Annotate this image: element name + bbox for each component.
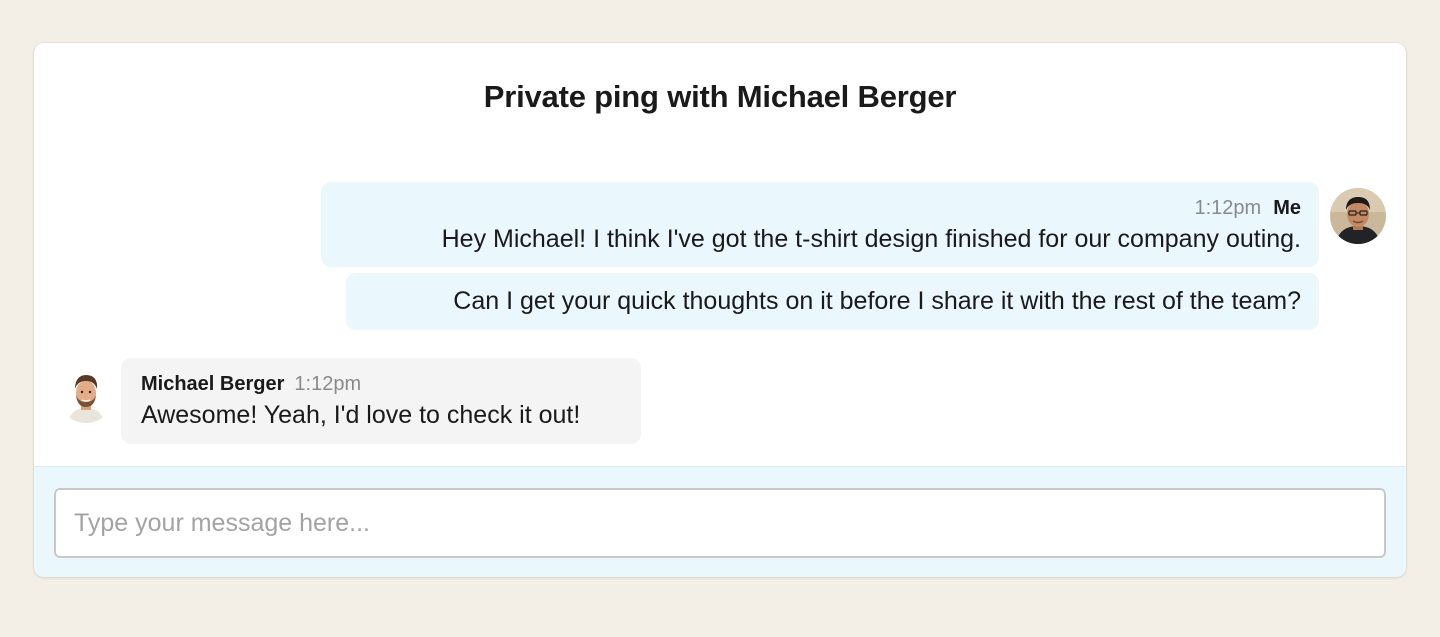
- message-text: Can I get your quick thoughts on it befo…: [453, 287, 1301, 315]
- message-bubble-them: Michael Berger 1:12pm Awesome! Yeah, I'd …: [121, 358, 641, 444]
- chat-title: Private ping with Michael Berger: [483, 79, 957, 114]
- message-meta: 1:12pm Me: [339, 194, 1301, 222]
- message-sender: Me: [1273, 197, 1301, 219]
- message-meta: Michael Berger 1:12pm: [141, 370, 621, 398]
- message-timestamp: 1:12pm: [294, 373, 362, 395]
- message-input[interactable]: [54, 488, 1386, 558]
- chat-panel: Private ping with Michael Berger 1:12pm M…: [34, 43, 1406, 577]
- avatar-michael-berger-icon[interactable]: [58, 367, 114, 423]
- avatar-me-icon[interactable]: [1330, 188, 1386, 244]
- message-bubble-me: Can I get your quick thoughts on it befo…: [346, 273, 1319, 330]
- message-bubble-me: 1:12pm Me Hey Michael! I think I've got t…: [321, 182, 1319, 267]
- message-timestamp: 1:12pm: [1194, 197, 1262, 219]
- message-composer: [34, 466, 1406, 577]
- message-text: Hey Michael! I think I've got the t-shir…: [441, 225, 1301, 253]
- message-sender: Michael Berger: [141, 373, 285, 395]
- message-text: Awesome! Yeah, I'd love to check it out!: [141, 401, 581, 429]
